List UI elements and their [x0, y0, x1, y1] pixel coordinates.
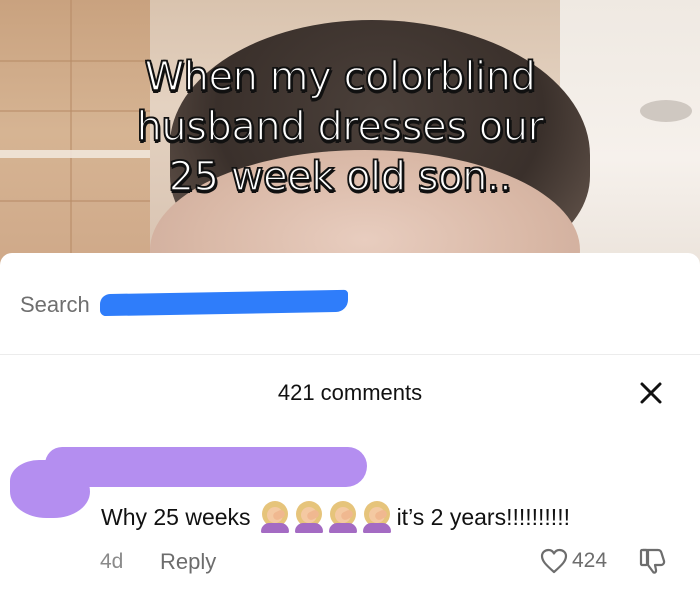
reply-button[interactable]: Reply: [160, 548, 216, 576]
woman-facepalming-icon: [327, 501, 359, 533]
comments-count: 421 comments: [277, 380, 423, 405]
search-field[interactable]: Search: [20, 290, 90, 320]
search-placeholder: Search: [20, 292, 90, 317]
thumbs-down-icon: [639, 548, 666, 574]
redacted-username: [45, 447, 367, 487]
ceiling-light: [640, 100, 692, 122]
woman-facepalming-icon: [293, 501, 325, 533]
woman-facepalming-icon: [259, 501, 291, 533]
comment-age: 4d: [100, 550, 124, 573]
like-button[interactable]: 424: [540, 545, 607, 577]
comment-text-end: it’s 2 years!!!!!!!!!!: [396, 504, 570, 530]
emoji-group: [259, 501, 393, 533]
video-frame[interactable]: When my colorblind husband dresses our 2…: [0, 0, 700, 265]
dislike-icon[interactable]: [638, 546, 668, 576]
video-caption: When my colorblind husband dresses our 2…: [136, 53, 545, 201]
divider: [0, 354, 700, 355]
redaction-scribble: [100, 289, 348, 317]
close-icon-glyph: [640, 382, 662, 404]
comment-text-start: Why 25 weeks: [101, 504, 251, 530]
woman-facepalming-icon: [361, 501, 393, 533]
comment-text: Why 25 weeks it’s 2 years!!!!!!!!!!: [101, 500, 570, 534]
heart-icon: [540, 548, 568, 574]
close-icon[interactable]: [636, 378, 666, 408]
like-count: 424: [572, 549, 608, 572]
